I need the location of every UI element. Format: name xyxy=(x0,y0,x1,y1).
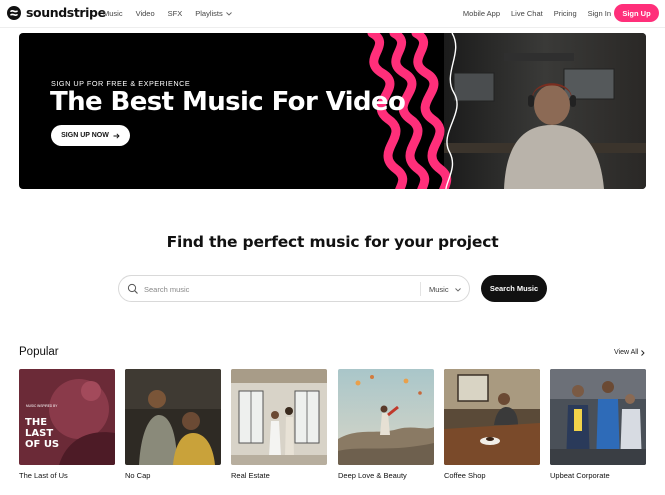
playlist-card-label: No Cap xyxy=(125,471,151,480)
cover-line-1: THE xyxy=(25,417,47,428)
search-divider xyxy=(420,282,421,296)
hero-producer-photo xyxy=(444,33,646,189)
playlist-cover-real-estate xyxy=(231,369,327,465)
arrow-right-icon xyxy=(113,132,120,139)
playlist-card[interactable]: No Cap xyxy=(125,369,221,480)
view-all-link[interactable]: View All xyxy=(614,349,646,356)
playlist-cover-upbeat-corporate xyxy=(550,369,646,465)
cover-line-2: LAST xyxy=(25,428,53,439)
nav-link-playlists-label: Playlists xyxy=(195,9,223,18)
view-all-label: View All xyxy=(614,349,639,356)
popular-section-title: Popular xyxy=(19,346,59,358)
nav-divider xyxy=(0,27,665,28)
playlist-cover-deep-love-beauty xyxy=(338,369,434,465)
playlist-card-label: Deep Love & Beauty xyxy=(338,471,407,480)
playlist-card[interactable]: MUSIC INSPIRED BY THE LAST OF US The Las… xyxy=(19,369,115,480)
hero-banner[interactable]: SIGN UP FOR FREE & EXPERIENCE The Best M… xyxy=(19,33,646,189)
playlist-card-label: Coffee Shop xyxy=(444,471,486,480)
search-input[interactable] xyxy=(144,280,414,298)
search-type-label: Music xyxy=(429,285,449,294)
nav-link-sfx[interactable]: SFX xyxy=(168,9,183,18)
chevron-down-icon xyxy=(225,11,232,16)
sign-up-button[interactable]: Sign Up xyxy=(614,4,659,22)
playlist-cover-last-of-us: MUSIC INSPIRED BY THE LAST OF US xyxy=(19,369,115,465)
nav-link-playlists[interactable]: Playlists xyxy=(195,9,232,18)
playlist-card[interactable]: Upbeat Corporate xyxy=(550,369,646,480)
playlist-card[interactable]: Coffee Shop xyxy=(444,369,540,480)
playlist-card-label: Real Estate xyxy=(231,471,270,480)
nav-link-sign-in[interactable]: Sign In xyxy=(588,9,611,18)
hero-title: The Best Music For Video xyxy=(50,87,406,117)
playlist-card-label: Upbeat Corporate xyxy=(550,471,610,480)
nav-link-live-chat[interactable]: Live Chat xyxy=(511,9,543,18)
cover-line-3: OF US xyxy=(25,439,59,450)
search-heading: Find the perfect music for your project xyxy=(166,233,499,251)
search-icon xyxy=(127,283,138,294)
playlist-card[interactable]: Deep Love & Beauty xyxy=(338,369,434,480)
primary-nav: Music Video SFX Playlists xyxy=(103,9,232,18)
top-nav: soundstripe Music Video SFX Playlists Mo… xyxy=(0,0,665,27)
nav-link-video[interactable]: Video xyxy=(136,9,155,18)
nav-link-pricing[interactable]: Pricing xyxy=(554,9,577,18)
nav-link-mobile-app[interactable]: Mobile App xyxy=(463,9,500,18)
chevron-right-icon xyxy=(641,349,646,356)
hero-cta-label: SIGN UP NOW xyxy=(61,132,109,139)
search-type-select[interactable]: Music xyxy=(429,285,461,294)
cover-small-text: MUSIC INSPIRED BY xyxy=(26,404,58,408)
brand-name: soundstripe xyxy=(26,5,106,20)
chevron-down-icon xyxy=(454,287,461,292)
playlist-cover-no-cap xyxy=(125,369,221,465)
playlist-cover-coffee-shop xyxy=(444,369,540,465)
search-bar: Music xyxy=(118,275,470,302)
search-music-button[interactable]: Search Music xyxy=(481,275,547,302)
soundstripe-logo-icon xyxy=(7,5,21,20)
hero-sign-up-button[interactable]: SIGN UP NOW xyxy=(51,125,130,146)
secondary-nav: Mobile App Live Chat Pricing Sign In xyxy=(463,9,611,18)
playlist-card[interactable]: Real Estate xyxy=(231,369,327,480)
brand-logo[interactable]: soundstripe xyxy=(7,5,106,20)
nav-link-music[interactable]: Music xyxy=(103,9,123,18)
playlist-card-label: The Last of Us xyxy=(19,471,68,480)
